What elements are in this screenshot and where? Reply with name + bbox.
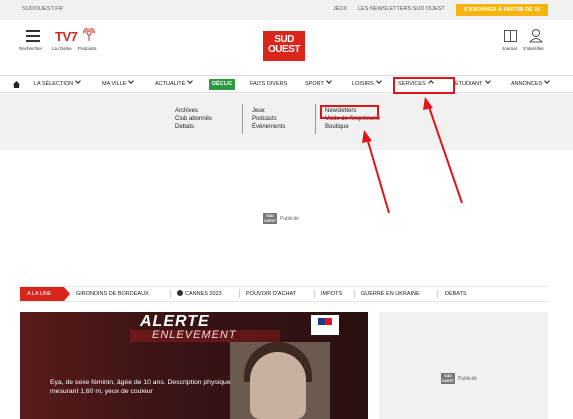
annotation-arrow-newsletters [366,137,390,214]
arrowhead-icon [362,130,372,143]
annotation-arrows [362,97,463,214]
arrowhead-icon [423,97,433,110]
annotation-arrow-services [427,103,463,204]
